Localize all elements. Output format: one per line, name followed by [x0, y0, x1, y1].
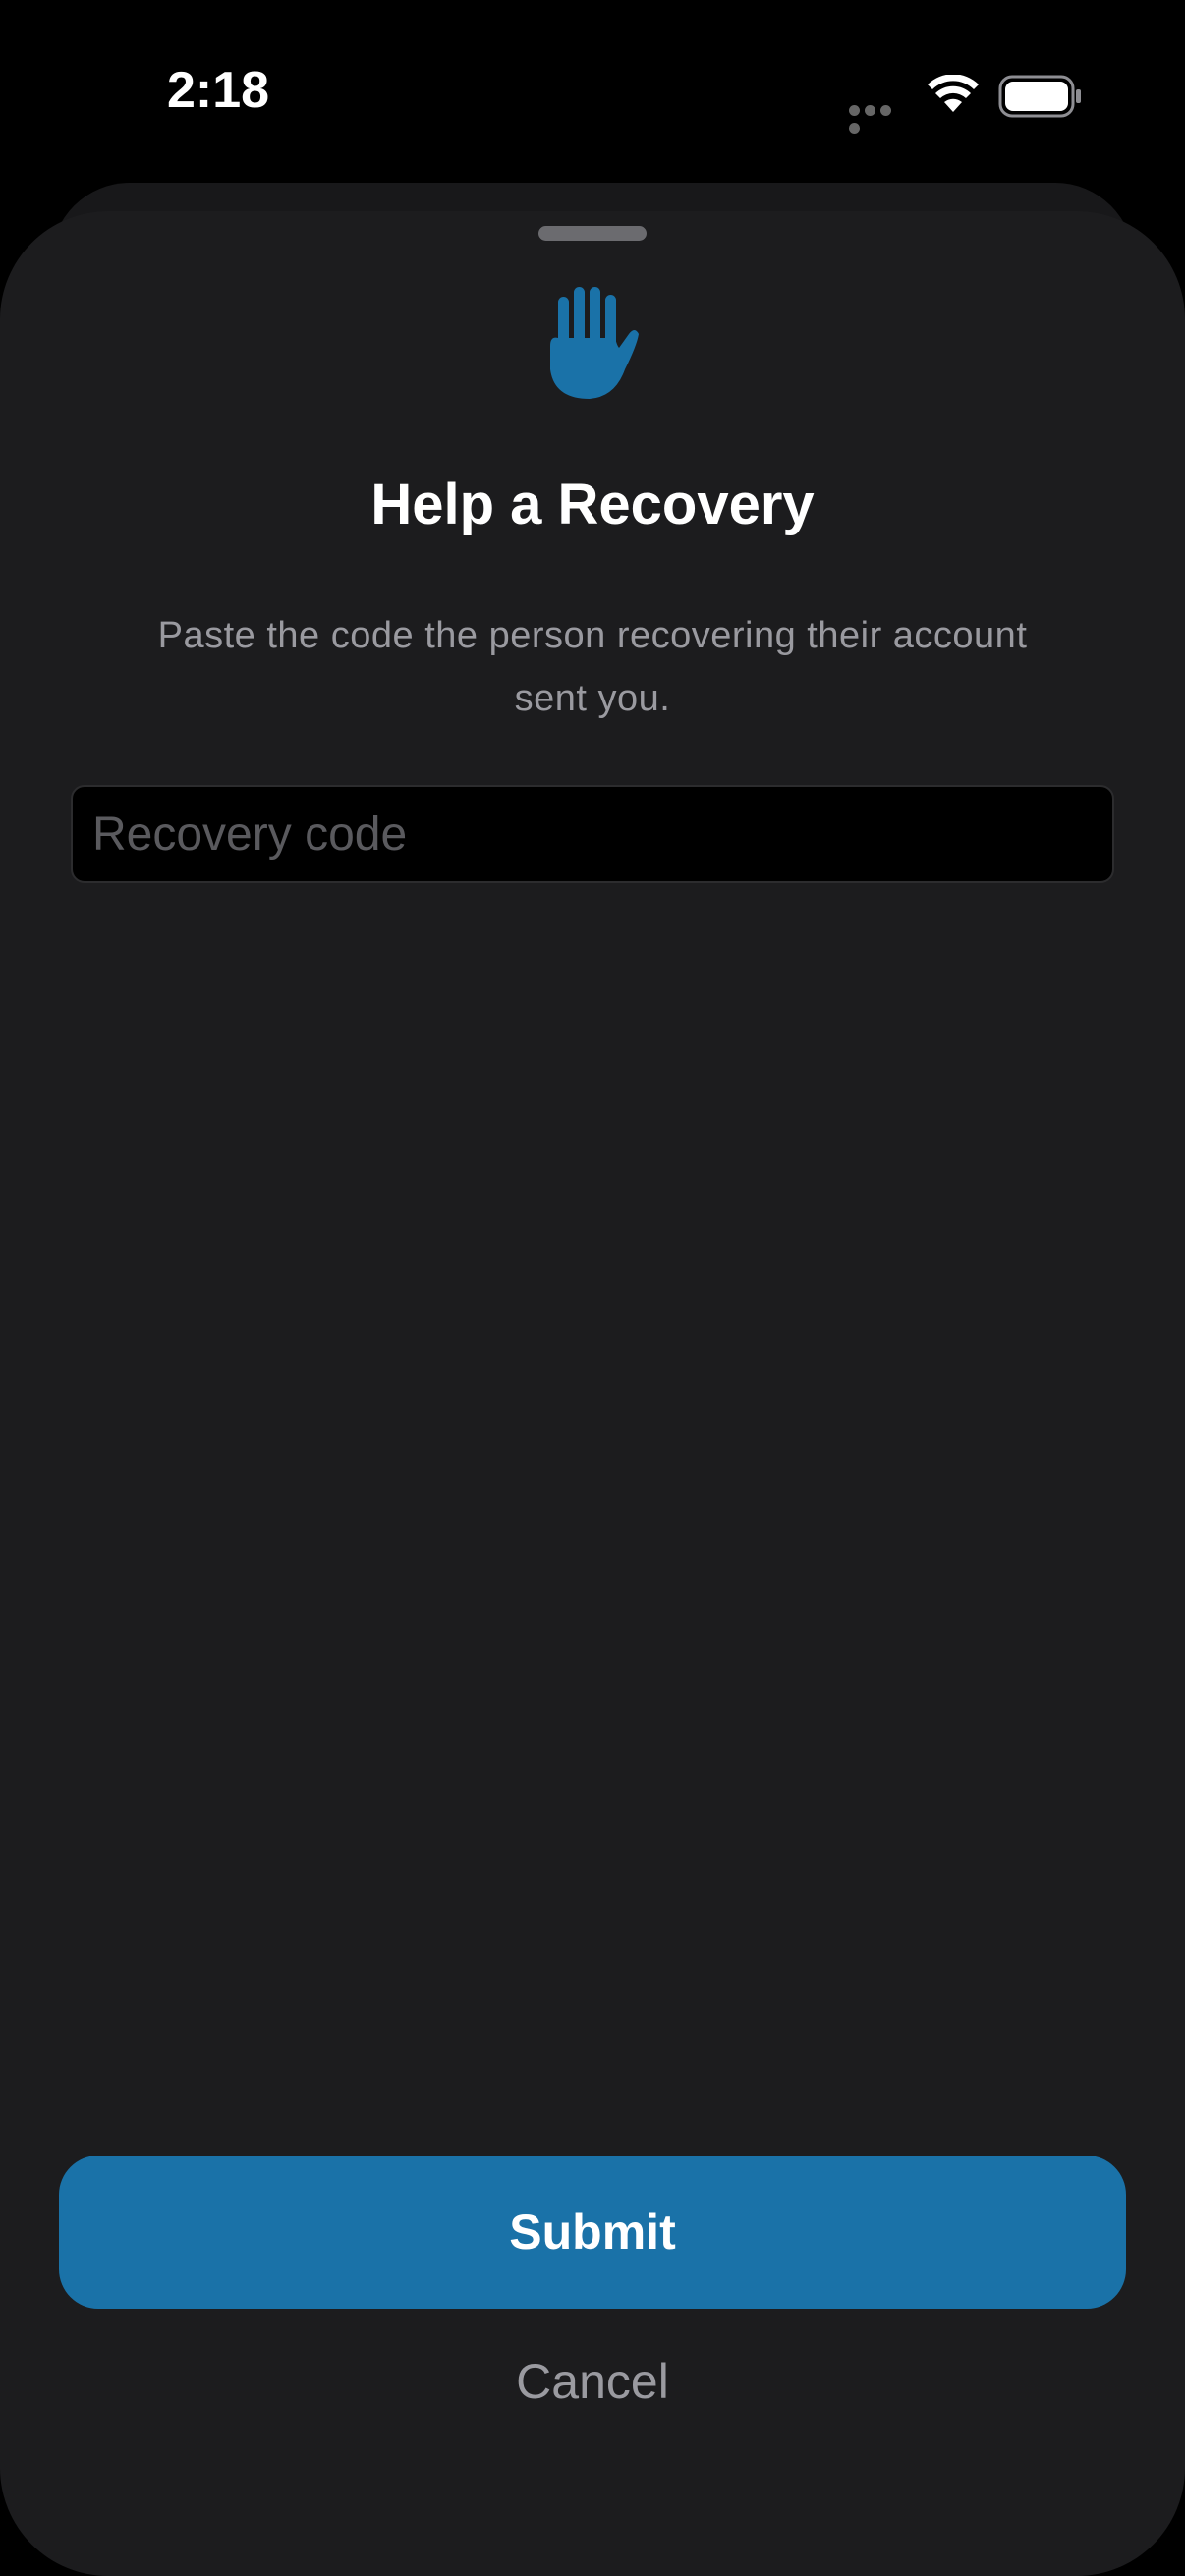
raised-hand-icon: [550, 287, 639, 399]
status-time: 2:18: [167, 62, 270, 119]
wifi-icon: [928, 75, 979, 112]
screen: 2:18 Help a Recovery Paste the code the …: [0, 0, 1185, 2576]
page-subtitle: Paste the code the person recovering the…: [157, 615, 1028, 719]
cancel-button[interactable]: Cancel: [396, 2340, 789, 2423]
recovery-code-input[interactable]: [71, 785, 1114, 883]
submit-button[interactable]: Submit: [59, 2156, 1126, 2309]
signal-dots-icon: [849, 103, 908, 134]
battery-icon: [998, 75, 1081, 118]
page-title: Help a Recovery: [370, 473, 815, 536]
sheet-grabber[interactable]: [538, 226, 647, 241]
